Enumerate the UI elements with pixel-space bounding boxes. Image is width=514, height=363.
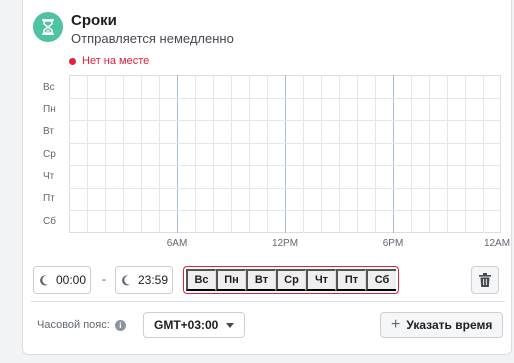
start-time-input[interactable]: 00:00 (33, 266, 91, 294)
day-toggle-saturday[interactable]: Сб (366, 269, 396, 291)
day-toggle-sunday[interactable]: Вс (186, 269, 216, 291)
day-label: Чт (43, 171, 55, 182)
hourglass-icon (33, 12, 63, 42)
day-label: Сб (43, 216, 56, 227)
day-toggle-monday[interactable]: Пн (216, 269, 246, 291)
day-label: Вс (43, 82, 55, 93)
status-dot (69, 57, 76, 65)
trash-icon (479, 273, 491, 287)
caret-down-icon (226, 322, 235, 328)
time-label: 12AM (483, 238, 511, 249)
timezone-label-text: Часовой пояс: (37, 319, 110, 331)
timezone-label: Часовой пояс: i (37, 319, 126, 331)
section-subtitle: Отправляется немедленно (71, 31, 234, 46)
day-toggle-friday[interactable]: Пт (336, 269, 366, 291)
set-time-label: Указать время (406, 318, 493, 332)
day-toggle-tuesday[interactable]: Вт (246, 269, 276, 291)
time-label: 6AM (166, 238, 188, 249)
day-label: Вт (43, 126, 54, 137)
schedule-grid-cells[interactable] (69, 75, 501, 233)
moon-icon (40, 275, 48, 286)
time-label: 6PM (382, 238, 404, 249)
range-separator: - (102, 272, 106, 286)
end-time-input[interactable]: 23:59 (115, 266, 173, 294)
scheduling-card: Сроки Отправляется немедленно Нет на мес… (22, 0, 512, 355)
moon-icon (122, 275, 130, 286)
start-time-value: 00:00 (56, 273, 87, 287)
time-range-row: 00:00 - 23:59 Вс Пн Вт Ср Чт Пт Сб (33, 266, 503, 294)
day-toggle-wednesday[interactable]: Ср (276, 269, 306, 291)
set-time-button[interactable]: + Указать время (380, 312, 504, 338)
timezone-dropdown[interactable]: GMT+03:00 (143, 312, 246, 338)
info-icon[interactable]: i (114, 319, 126, 331)
end-time-value: 23:59 (138, 273, 169, 287)
delete-button[interactable] (471, 266, 499, 294)
time-label: 12PM (271, 238, 299, 249)
day-selector: Вс Пн Вт Ср Чт Пт Сб (183, 266, 399, 294)
divider (31, 301, 505, 302)
day-label: Пн (43, 104, 56, 115)
status-label: Нет на месте (82, 55, 150, 67)
time-labels: 6AM 12PM 6PM 12AM (31, 238, 510, 252)
day-label: Ср (43, 149, 56, 160)
status-indicator: Нет на месте (69, 55, 149, 67)
timezone-value: GMT+03:00 (154, 318, 219, 332)
day-label: Пт (43, 193, 55, 204)
day-toggle-thursday[interactable]: Чт (306, 269, 336, 291)
schedule-grid[interactable]: Вс Пн Вт Ср Чт Пт Сб 6AM 12PM 6PM 12AM (31, 73, 510, 258)
section-title: Сроки (71, 12, 117, 29)
plus-icon: + (391, 316, 401, 333)
